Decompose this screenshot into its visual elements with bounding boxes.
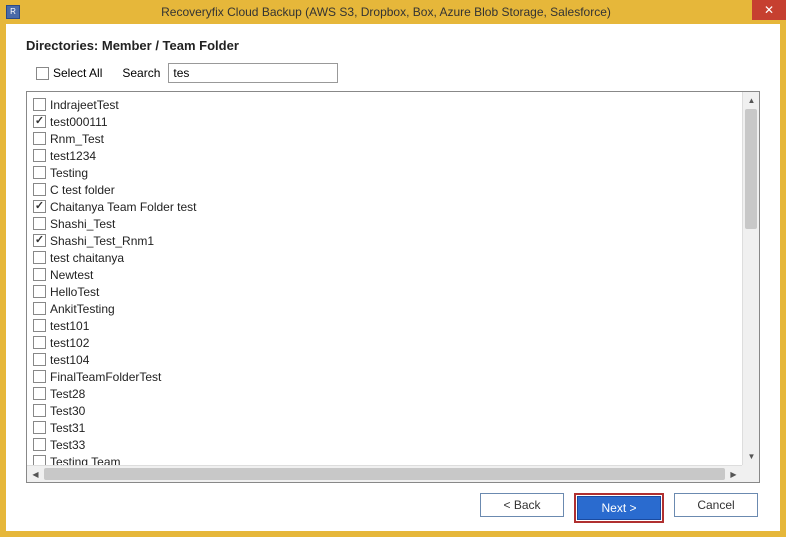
folder-checkbox[interactable]: [33, 336, 46, 349]
scroll-left-icon[interactable]: ◀: [27, 466, 44, 483]
folder-checkbox[interactable]: [33, 438, 46, 451]
list-item: Test31: [33, 419, 736, 436]
folder-checkbox[interactable]: [33, 132, 46, 145]
cancel-button[interactable]: Cancel: [674, 493, 758, 517]
list-item: Rnm_Test: [33, 130, 736, 147]
folder-label[interactable]: Testing: [50, 166, 88, 180]
list-item: Test33: [33, 436, 736, 453]
scroll-corner: [742, 465, 759, 482]
folder-label[interactable]: HelloTest: [50, 285, 99, 299]
list-item: Test28: [33, 385, 736, 402]
window-title: Recoveryfix Cloud Backup (AWS S3, Dropbo…: [26, 5, 786, 19]
cancel-button-wrap: Cancel: [674, 493, 758, 523]
folder-label[interactable]: Shashi_Test: [50, 217, 115, 231]
folder-label[interactable]: test1234: [50, 149, 96, 163]
select-all-checkbox[interactable]: [36, 67, 49, 80]
list-item: Shashi_Test: [33, 215, 736, 232]
list-item: IndrajeetTest: [33, 96, 736, 113]
folder-checkbox[interactable]: [33, 421, 46, 434]
list-item: test chaitanya: [33, 249, 736, 266]
list-item: Testing Team: [33, 453, 736, 465]
folder-checkbox[interactable]: [33, 98, 46, 111]
list-item: test1234: [33, 147, 736, 164]
scroll-down-icon[interactable]: ▼: [743, 448, 760, 465]
vscroll-thumb[interactable]: [745, 109, 757, 229]
list-item: C test folder: [33, 181, 736, 198]
back-button-wrap: < Back: [480, 493, 564, 523]
list-item: Shashi_Test_Rnm1: [33, 232, 736, 249]
app-icon: R: [6, 5, 20, 19]
folder-checkbox[interactable]: [33, 455, 46, 465]
horizontal-scrollbar[interactable]: ◀ ▶: [27, 465, 742, 482]
folder-checkbox[interactable]: [33, 251, 46, 264]
vertical-scrollbar[interactable]: ▲ ▼: [742, 92, 759, 465]
folder-checkbox[interactable]: [33, 183, 46, 196]
folder-label[interactable]: Newtest: [50, 268, 93, 282]
folder-label[interactable]: Test31: [50, 421, 85, 435]
select-all-group: Select All: [36, 66, 102, 80]
folder-checkbox[interactable]: [33, 353, 46, 366]
folder-label[interactable]: test104: [50, 353, 89, 367]
folder-list: IndrajeetTest test000111 Rnm_Test test1234 T…: [27, 92, 742, 465]
list-item: Newtest: [33, 266, 736, 283]
folder-label[interactable]: C test folder: [50, 183, 115, 197]
list-item: test000111: [33, 113, 736, 130]
folder-checkbox[interactable]: [33, 149, 46, 162]
list-item: Testing: [33, 164, 736, 181]
folder-label[interactable]: test chaitanya: [50, 251, 124, 265]
folder-checkbox[interactable]: [33, 370, 46, 383]
page-heading: Directories: Member / Team Folder: [26, 38, 760, 53]
folder-label[interactable]: Chaitanya Team Folder test: [50, 200, 197, 214]
folder-checkbox[interactable]: [33, 200, 46, 213]
folder-label[interactable]: test000111: [50, 115, 108, 129]
folder-checkbox[interactable]: [33, 387, 46, 400]
folder-label[interactable]: Testing Team: [50, 455, 120, 466]
folder-checkbox[interactable]: [33, 268, 46, 281]
scroll-up-icon[interactable]: ▲: [743, 92, 760, 109]
hscroll-thumb[interactable]: [44, 468, 725, 480]
folder-label[interactable]: FinalTeamFolderTest: [50, 370, 161, 384]
folder-label[interactable]: test101: [50, 319, 89, 333]
folder-checkbox[interactable]: [33, 115, 46, 128]
list-item: test101: [33, 317, 736, 334]
list-item: AnkitTesting: [33, 300, 736, 317]
back-button[interactable]: < Back: [480, 493, 564, 517]
folder-label[interactable]: test102: [50, 336, 89, 350]
next-button[interactable]: Next >: [577, 496, 661, 520]
controls-row: Select All Search: [36, 63, 760, 83]
list-item: test104: [33, 351, 736, 368]
scroll-right-icon[interactable]: ▶: [725, 466, 742, 483]
list-item: test102: [33, 334, 736, 351]
next-button-highlight: Next >: [574, 493, 664, 523]
folder-label[interactable]: Test30: [50, 404, 85, 418]
list-item: FinalTeamFolderTest: [33, 368, 736, 385]
folder-checkbox[interactable]: [33, 319, 46, 332]
search-label: Search: [122, 66, 160, 80]
vscroll-track[interactable]: [743, 109, 759, 448]
list-item: Test30: [33, 402, 736, 419]
app-window: R Recoveryfix Cloud Backup (AWS S3, Drop…: [0, 0, 786, 537]
list-item: HelloTest: [33, 283, 736, 300]
folder-label[interactable]: Rnm_Test: [50, 132, 104, 146]
folder-checkbox[interactable]: [33, 302, 46, 315]
folder-label[interactable]: Shashi_Test_Rnm1: [50, 234, 154, 248]
folder-checkbox[interactable]: [33, 404, 46, 417]
titlebar: R Recoveryfix Cloud Backup (AWS S3, Drop…: [0, 0, 786, 24]
select-all-label: Select All: [53, 66, 102, 80]
folder-checkbox[interactable]: [33, 166, 46, 179]
list-item: Chaitanya Team Folder test: [33, 198, 736, 215]
folder-checkbox[interactable]: [33, 285, 46, 298]
folder-label[interactable]: IndrajeetTest: [50, 98, 119, 112]
close-button[interactable]: ✕: [752, 0, 786, 20]
button-row: < Back Next > Cancel: [26, 483, 760, 523]
search-group: Search: [122, 63, 338, 83]
search-input[interactable]: [168, 63, 338, 83]
folder-label[interactable]: Test28: [50, 387, 85, 401]
content-area: Directories: Member / Team Folder Select…: [6, 24, 780, 531]
folder-label[interactable]: Test33: [50, 438, 85, 452]
folder-checkbox[interactable]: [33, 234, 46, 247]
folder-checkbox[interactable]: [33, 217, 46, 230]
folder-label[interactable]: AnkitTesting: [50, 302, 115, 316]
folder-list-container: IndrajeetTest test000111 Rnm_Test test1234 T…: [26, 91, 760, 483]
